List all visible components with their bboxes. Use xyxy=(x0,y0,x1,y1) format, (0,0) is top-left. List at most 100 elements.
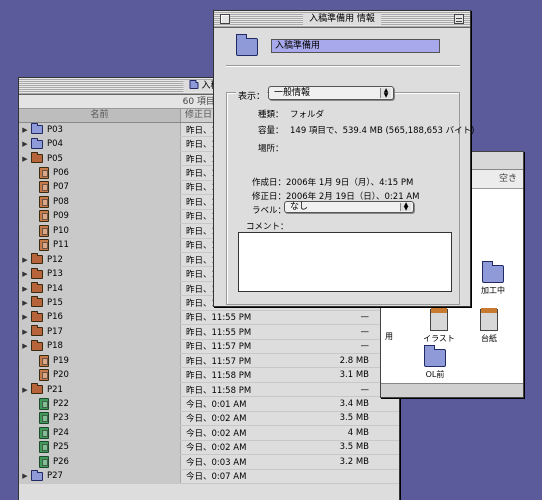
disclosure-triangle-icon[interactable]: ▶ xyxy=(19,270,31,278)
file-row-name-cell: P06 xyxy=(19,166,181,180)
get-info-window[interactable]: 入稿準備用 情報 入稿準備用 表示： 一般情報 ▲ ▼ 種類： フォルダ 容量： 14… xyxy=(213,10,474,307)
icon-item-illustration[interactable]: イラスト xyxy=(419,308,459,344)
file-name: P08 xyxy=(53,196,69,207)
file-row[interactable]: ▶ P16 昨日、11:55 PM — xyxy=(19,310,399,326)
close-box-icon[interactable] xyxy=(220,14,230,24)
file-modified-date: 今日、0:03 AM xyxy=(186,457,247,468)
file-row-name-cell: ▶ P05 xyxy=(19,151,181,166)
file-modified-date: 昨日、11:55 PM xyxy=(186,327,252,338)
file-row[interactable]: P19 昨日、11:57 PM 2.8 MB xyxy=(19,354,399,369)
file-row-name-cell: P26 xyxy=(19,455,181,469)
document-icon xyxy=(39,455,49,468)
file-row-name-cell: ▶ P21 xyxy=(19,382,181,397)
file-row-name-cell: P09 xyxy=(19,209,181,224)
folder-icon xyxy=(31,267,43,279)
file-row-name-cell: ▶ P12 xyxy=(19,252,181,267)
label-popup[interactable]: なし ▲ ▼ xyxy=(284,201,414,213)
show-popup[interactable]: 一般情報 ▲ ▼ xyxy=(268,86,394,100)
column-header-name[interactable]: 名前 xyxy=(19,109,181,122)
popup-arrows-icon: ▲ ▼ xyxy=(380,88,391,99)
file-name: P10 xyxy=(53,225,69,236)
file-row-name-cell: ▶ P18 xyxy=(19,339,181,353)
horizontal-scrollbar[interactable] xyxy=(381,383,523,397)
comment-label: コメント： xyxy=(246,222,289,232)
file-row-name-cell: ▶ P15 xyxy=(19,296,181,310)
column-header-date[interactable]: 修正日 xyxy=(181,109,212,122)
file-name: P11 xyxy=(53,240,69,251)
file-size: — xyxy=(360,326,370,337)
file-name: P25 xyxy=(53,442,69,453)
file-row[interactable]: P24 今日、0:02 AM 4 MB xyxy=(19,426,399,441)
file-row[interactable]: ▶ P27 今日、0:07 AM xyxy=(19,469,399,484)
file-name: P21 xyxy=(47,384,63,395)
file-row[interactable]: ▶ P18 昨日、11:57 PM — xyxy=(19,339,399,354)
file-row[interactable]: P23 今日、0:02 AM 3.5 MB xyxy=(19,411,399,427)
disclosure-triangle-icon[interactable]: ▶ xyxy=(19,256,31,264)
file-row-name-cell: ▶ P27 xyxy=(19,469,181,483)
document-icon xyxy=(39,224,49,237)
file-modified-date: 今日、0:01 AM xyxy=(186,400,247,411)
file-row-name-cell: ▶ P04 xyxy=(19,137,181,151)
file-row[interactable]: ▶ P21 昨日、11:58 PM — xyxy=(19,382,399,398)
disclosure-triangle-icon[interactable]: ▶ xyxy=(19,328,31,336)
file-size: — xyxy=(360,341,370,352)
disclosure-triangle-icon[interactable]: ▶ xyxy=(19,472,31,480)
file-row[interactable]: P22 今日、0:01 AM 3.4 MB xyxy=(19,397,399,412)
file-modified-date: 昨日、11:58 PM xyxy=(186,385,252,396)
disclosure-triangle-icon[interactable]: ▶ xyxy=(19,342,31,350)
file-row[interactable]: P20 昨日、11:58 PM 3.1 MB xyxy=(19,368,399,383)
collapse-box-icon[interactable] xyxy=(454,14,464,24)
file-modified-date: 今日、0:02 AM xyxy=(186,414,247,425)
file-name: P22 xyxy=(53,399,69,410)
document-icon xyxy=(39,239,49,252)
folder-icon xyxy=(31,137,43,149)
disclosure-triangle-icon[interactable]: ▶ xyxy=(19,313,31,321)
file-name: P07 xyxy=(53,182,69,193)
folder-icon xyxy=(31,253,43,265)
file-row-name-cell: P25 xyxy=(19,440,181,455)
file-name: P27 xyxy=(47,471,63,482)
file-row[interactable]: P26 今日、0:03 AM 3.2 MB xyxy=(19,455,399,470)
file-name: P18 xyxy=(47,341,63,352)
disclosure-triangle-icon[interactable]: ▶ xyxy=(19,386,31,394)
created-row: 作成日：2006年 1月 9日（月）、4:15 PM xyxy=(252,178,414,188)
file-size: 3.2 MB xyxy=(339,456,369,467)
document-icon xyxy=(39,441,49,454)
file-size: 4 MB xyxy=(347,427,369,438)
file-row[interactable]: P25 今日、0:02 AM 3.5 MB xyxy=(19,440,399,456)
disclosure-triangle-icon[interactable]: ▶ xyxy=(19,285,31,293)
file-modified-date: 昨日、11:57 PM xyxy=(186,342,252,353)
folder-icon xyxy=(424,345,446,367)
folder-icon xyxy=(31,325,43,337)
document-icon xyxy=(39,354,49,367)
disclosure-triangle-icon[interactable]: ▶ xyxy=(19,299,31,307)
file-size: 2.8 MB xyxy=(339,355,369,366)
comment-field[interactable] xyxy=(238,232,452,292)
file-size: 3.5 MB xyxy=(339,442,369,453)
disclosure-triangle-icon[interactable]: ▶ xyxy=(19,140,31,148)
file-modified-date: 昨日、11:55 PM xyxy=(186,313,252,324)
popup-arrows-icon: ▲ ▼ xyxy=(400,202,411,212)
file-row-name-cell: ▶ P03 xyxy=(19,123,181,137)
icon-item-ol-before[interactable]: OL前 xyxy=(415,345,455,380)
file-name: P06 xyxy=(53,168,69,179)
file-modified-date: 昨日、11:57 PM xyxy=(186,356,252,367)
file-name: P15 xyxy=(47,297,63,308)
file-modified-date: 今日、0:02 AM xyxy=(186,443,247,454)
file-row-name-cell: P20 xyxy=(19,368,181,382)
icon-item-processing[interactable]: 加工中 xyxy=(473,261,513,296)
file-name: P19 xyxy=(53,355,69,366)
info-window-title: 入稿準備用 情報 xyxy=(303,13,381,25)
disclosure-triangle-icon[interactable]: ▶ xyxy=(19,126,31,134)
icon-item-mount[interactable]: 台紙 xyxy=(469,308,509,344)
disclosure-triangle-icon[interactable]: ▶ xyxy=(19,155,31,163)
document-icon xyxy=(39,195,49,208)
file-name: P23 xyxy=(53,413,69,424)
icon-item-partial[interactable]: 用 xyxy=(385,331,411,342)
folder-icon xyxy=(31,310,43,322)
document-icon xyxy=(39,398,49,411)
name-field[interactable]: 入稿準備用 xyxy=(271,39,440,53)
file-row[interactable]: ▶ P17 昨日、11:55 PM — xyxy=(19,325,399,340)
where-row: 場所： xyxy=(258,144,284,154)
info-window-titlebar[interactable]: 入稿準備用 情報 xyxy=(214,11,470,28)
